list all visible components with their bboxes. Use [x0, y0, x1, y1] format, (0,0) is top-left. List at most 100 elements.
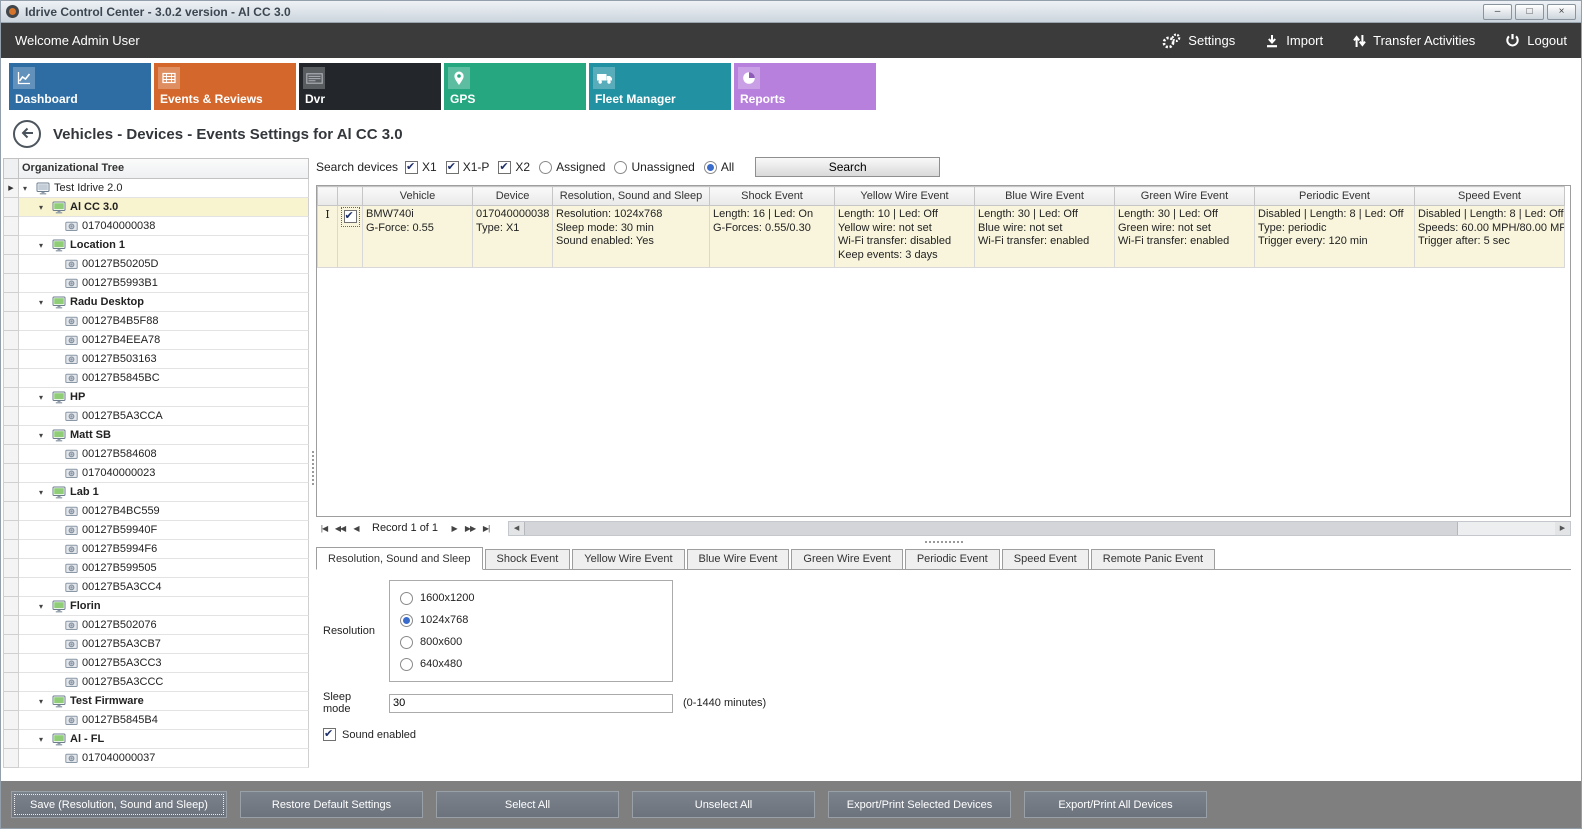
tree-item-test-idrive-2-0[interactable]: ▾Test Idrive 2.0	[19, 179, 309, 198]
scroll-left-icon[interactable]: ◀	[509, 522, 524, 535]
tree-item-lab-1[interactable]: ▾Lab 1	[19, 483, 309, 502]
tree-item-00127b4b5f88[interactable]: 00127B4B5F88	[19, 312, 309, 331]
tree-item-00127b5a3ccc[interactable]: 00127B5A3CCC	[19, 673, 309, 692]
column-header-periodic-event[interactable]: Periodic Event	[1255, 187, 1415, 206]
tree-item-00127b584608[interactable]: 00127B584608	[19, 445, 309, 464]
checkbox-x1-p[interactable]	[446, 161, 459, 174]
radio-1600x1200[interactable]	[400, 592, 413, 605]
resolution-option-800x600[interactable]: 800x600	[400, 636, 662, 649]
tree-item-location-1[interactable]: ▾Location 1	[19, 236, 309, 255]
tree-item-al-fl[interactable]: ▾Al - FL	[19, 730, 309, 749]
column-header-green-wire-event[interactable]: Green Wire Event	[1115, 187, 1255, 206]
filter-assigned[interactable]: Assigned	[539, 160, 605, 174]
row-checkbox[interactable]	[344, 210, 357, 223]
tab-blue-wire-event[interactable]: Blue Wire Event	[687, 549, 790, 569]
column-header-blue-wire-event[interactable]: Blue Wire Event	[975, 187, 1115, 206]
tab-speed-event[interactable]: Speed Event	[1002, 549, 1089, 569]
expand-icon[interactable]: ▾	[39, 298, 48, 307]
tree-item-00127b502076[interactable]: 00127B502076	[19, 616, 309, 635]
column-header-shock-event[interactable]: Shock Event	[710, 187, 835, 206]
tree-item-00127b5a3cca[interactable]: 00127B5A3CCA	[19, 407, 309, 426]
resolution-option-1600x1200[interactable]: 1600x1200	[400, 592, 662, 605]
save-resolution-sound-and-sleep-button[interactable]: Save (Resolution, Sound and Sleep)	[11, 791, 227, 818]
checkbox-x2[interactable]	[498, 161, 511, 174]
close-button[interactable]: ×	[1547, 4, 1576, 20]
tab-periodic-event[interactable]: Periodic Event	[905, 549, 1000, 569]
tree-item-00127b5a3cc3[interactable]: 00127B5A3CC3	[19, 654, 309, 673]
column-header-resolution-sound-and-sleep[interactable]: Resolution, Sound and Sleep	[553, 187, 710, 206]
expand-icon[interactable]: ▾	[39, 488, 48, 497]
radio-assigned[interactable]	[539, 161, 552, 174]
scrollbar-thumb[interactable]	[524, 522, 1458, 535]
checkbox-x1[interactable]	[405, 161, 418, 174]
tree-item-00127b599505[interactable]: 00127B599505	[19, 559, 309, 578]
sleep-mode-input[interactable]	[389, 694, 673, 713]
tree-item-00127b5a3cb7[interactable]: 00127B5A3CB7	[19, 635, 309, 654]
vertical-splitter[interactable]	[309, 158, 316, 777]
column-header-device[interactable]: Device	[473, 187, 553, 206]
tree-item-00127b5994f6[interactable]: 00127B5994F6	[19, 540, 309, 559]
nav-tile-dashboard[interactable]: Dashboard	[9, 63, 151, 110]
horizontal-splitter[interactable]	[316, 537, 1571, 547]
tree-item-00127b4eea78[interactable]: 00127B4EEA78	[19, 331, 309, 350]
tree-item-test-firmware[interactable]: ▾Test Firmware	[19, 692, 309, 711]
tree-item-00127b5a3cc4[interactable]: 00127B5A3CC4	[19, 578, 309, 597]
action-import[interactable]: Import	[1265, 33, 1323, 48]
tree-item-00127b5845bc[interactable]: 00127B5845BC	[19, 369, 309, 388]
filter-x1-p[interactable]: X1-P	[446, 160, 490, 174]
filter-unassigned[interactable]: Unassigned	[614, 160, 694, 174]
tree-item-00127b5845b4[interactable]: 00127B5845B4	[19, 711, 309, 730]
tab-yellow-wire-event[interactable]: Yellow Wire Event	[572, 549, 684, 569]
filter-x2[interactable]: X2	[498, 160, 530, 174]
scrollbar-track[interactable]	[1458, 522, 1555, 535]
tree-item-al-cc-3-0[interactable]: ▾Al CC 3.0	[19, 198, 309, 217]
tree-item-00127b503163[interactable]: 00127B503163	[19, 350, 309, 369]
tree-item-hp[interactable]: ▾HP	[19, 388, 309, 407]
tree-item-017040000023[interactable]: 017040000023	[19, 464, 309, 483]
resolution-option-1024x768[interactable]: 1024x768	[400, 614, 662, 627]
expand-icon[interactable]: ▾	[39, 431, 48, 440]
scroll-right-icon[interactable]: ▶	[1555, 522, 1570, 535]
tree-item-florin[interactable]: ▾Florin	[19, 597, 309, 616]
search-button[interactable]: Search	[755, 157, 940, 177]
tab-remote-panic-event[interactable]: Remote Panic Event	[1091, 549, 1215, 569]
expand-icon[interactable]: ▾	[39, 393, 48, 402]
column-header-speed-event[interactable]: Speed Event	[1415, 187, 1565, 206]
select-all-button[interactable]: Select All	[436, 791, 619, 818]
column-header-vehicle[interactable]: Vehicle	[363, 187, 473, 206]
filter-all[interactable]: All	[704, 160, 734, 174]
minimize-button[interactable]: –	[1483, 4, 1512, 20]
horizontal-scrollbar[interactable]: ◀ ▶	[508, 521, 1571, 536]
nav-last-icon[interactable]: ▶|	[478, 521, 494, 536]
export-print-selected-devices-button[interactable]: Export/Print Selected Devices	[828, 791, 1011, 818]
tree-item-00127b4bc559[interactable]: 00127B4BC559	[19, 502, 309, 521]
tab-green-wire-event[interactable]: Green Wire Event	[791, 549, 902, 569]
action-transfer-activities[interactable]: Transfer Activities	[1353, 33, 1475, 48]
expand-icon[interactable]: ▾	[39, 241, 48, 250]
export-print-all-devices-button[interactable]: Export/Print All Devices	[1024, 791, 1207, 818]
back-button[interactable]	[13, 120, 41, 148]
tree-item-matt-sb[interactable]: ▾Matt SB	[19, 426, 309, 445]
expand-icon[interactable]: ▾	[23, 184, 32, 193]
tree-item-00127b5993b1[interactable]: 00127B5993B1	[19, 274, 309, 293]
maximize-button[interactable]: □	[1515, 4, 1544, 20]
nav-tile-gps[interactable]: GPS	[444, 63, 586, 110]
nav-next-page-icon[interactable]: ▶▶	[462, 521, 478, 536]
radio-all[interactable]	[704, 161, 717, 174]
radio-640x480[interactable]	[400, 658, 413, 671]
radio-800x600[interactable]	[400, 636, 413, 649]
unselect-all-button[interactable]: Unselect All	[632, 791, 815, 818]
tree-item-017040000037[interactable]: 017040000037	[19, 749, 309, 768]
tree-item-017040000038[interactable]: 017040000038	[19, 217, 309, 236]
nav-next-icon[interactable]: ▶	[446, 521, 462, 536]
restore-default-settings-button[interactable]: Restore Default Settings	[240, 791, 423, 818]
expand-icon[interactable]: ▾	[39, 697, 48, 706]
tab-shock-event[interactable]: Shock Event	[485, 549, 571, 569]
nav-tile-dvr[interactable]: Dvr	[299, 63, 441, 110]
filter-x1[interactable]: X1	[405, 160, 437, 174]
expand-icon[interactable]: ▾	[39, 735, 48, 744]
radio-unassigned[interactable]	[614, 161, 627, 174]
resolution-option-640x480[interactable]: 640x480	[400, 658, 662, 671]
nav-tile-events-reviews[interactable]: Events & Reviews	[154, 63, 296, 110]
column-header-yellow-wire-event[interactable]: Yellow Wire Event	[835, 187, 975, 206]
